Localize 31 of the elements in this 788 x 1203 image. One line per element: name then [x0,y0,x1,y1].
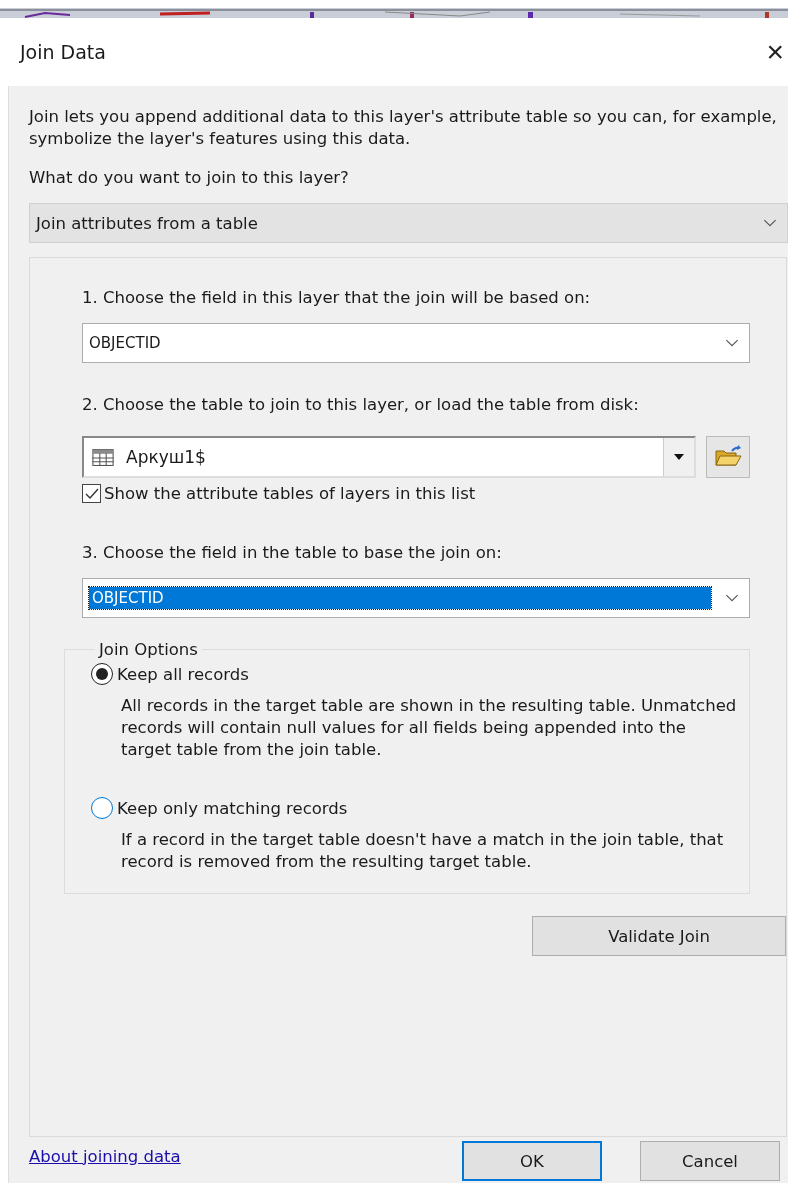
radio-button[interactable] [91,797,113,819]
chevron-icon [725,593,739,603]
radio-label: Keep all records [117,664,249,684]
ok-button[interactable]: OK [462,1141,602,1181]
table-field-dropdown[interactable]: OBJECTID [82,578,750,618]
table-icon [92,448,114,466]
question-label: What do you want to join to this layer? [29,168,350,187]
chevron-icon [725,338,739,348]
radio-button[interactable] [91,663,113,685]
checkbox[interactable] [82,484,101,503]
join-type-dropdown[interactable]: Join attributes from a table [29,203,788,243]
intro-text: Join lets you append additional data to this layer's attribute table so you can, for example, symbolize the layer's features using this data. [29,106,778,150]
close-button[interactable]: × [762,37,788,67]
checkbox-label: Show the attribute tables of layers in this list [104,484,476,503]
window-title: Join Data [20,41,106,63]
table-dropdown[interactable]: Аркуш1$ [82,436,696,478]
open-folder-button[interactable] [706,436,750,478]
help-link[interactable]: About joining data [29,1146,181,1166]
option-description: If a record in the target table doesn't have a match in the join table, that record is removed from the resulting target table. [121,829,725,873]
folder-icon [714,445,742,469]
step-label: 1. Choose the field in this layer that the join will be based on: [82,288,592,307]
validate-button[interactable]: Validate Join [532,916,786,956]
layer-field-dropdown[interactable]: OBJECTID [82,323,750,363]
option-description: All records in the target table are shown in the resulting table. Unmatched records will contain null values for all fields being appended into the target table from the join table. [121,695,738,761]
step-label: 3. Choose the field in the table to base the join on: [82,543,503,562]
group-title: Join Options [97,640,199,659]
radio-label: Keep only matching records [117,798,348,818]
step-label: 2. Choose the table to join to this layer, or load the table from disk: [82,395,640,414]
dropdown-arrow-icon [674,454,684,460]
chevron-icon [763,218,777,228]
cancel-button[interactable]: Cancel [640,1141,780,1181]
